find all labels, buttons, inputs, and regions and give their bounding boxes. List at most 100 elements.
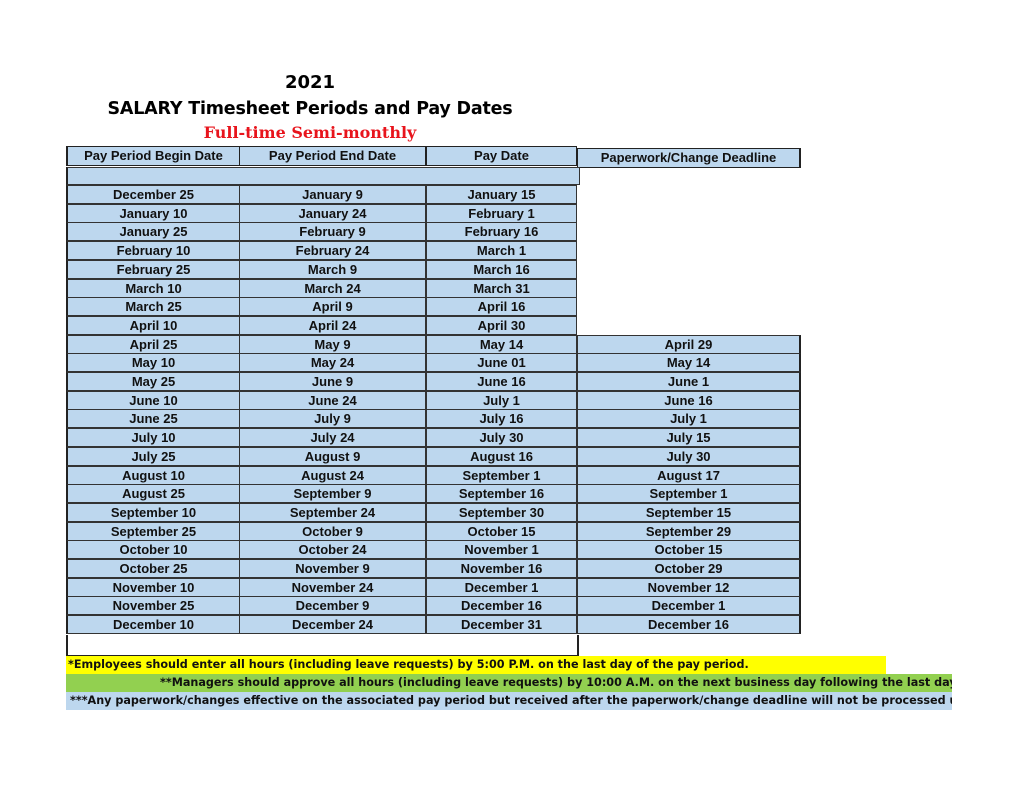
pay-date-cell: September 30 [426,502,577,522]
pay-date-cell: March 31 [426,278,577,298]
begin-date-cell: January 25 [66,222,240,242]
begin-date-cell: February 25 [66,259,240,279]
begin-date-cell: December 25 [66,185,240,204]
deadline-cell: July 1 [577,409,801,429]
note-employees: *Employees should enter all hours (inclu… [66,656,886,674]
begin-date-cell: November 25 [66,596,240,616]
deadline-cell: October 29 [577,559,801,578]
begin-date-cell: October 10 [66,540,240,560]
end-date-cell: December 24 [239,615,426,635]
end-date-cell: March 24 [239,278,426,298]
pay-date-cell: May 14 [426,334,577,354]
pay-date-cell: September 16 [426,484,577,504]
pay-date-cell: July 30 [426,428,577,448]
begin-date-cell: May 25 [66,372,240,391]
end-date-cell: January 9 [239,185,426,204]
pay-date-cell: January 15 [426,185,577,204]
pay-date-cell: July 1 [426,390,577,410]
end-date-cell: June 24 [239,390,426,410]
pay-date-cell: August 16 [426,446,577,466]
deadline-cell: August 17 [577,465,801,485]
end-date-cell: September 9 [239,484,426,504]
deadline-cell: October 15 [577,540,801,560]
note-paperwork: ***Any paperwork/changes effective on th… [66,692,952,710]
end-date-cell: November 9 [239,559,426,578]
begin-date-cell: May 10 [66,353,240,373]
end-date-cell: February 9 [239,222,426,242]
header-end-date: Pay Period End Date [239,146,426,166]
end-date-cell: June 9 [239,372,426,391]
begin-date-cell: April 25 [66,334,240,354]
page-title: SALARY Timesheet Periods and Pay Dates [107,99,513,119]
end-date-cell: January 24 [239,203,426,223]
deadline-cell: September 15 [577,502,801,522]
header-begin-date: Pay Period Begin Date [66,146,240,166]
pay-date-cell: February 16 [426,222,577,242]
pay-date-cell: September 1 [426,465,577,485]
note-managers: **Managers should approve all hours (inc… [66,674,952,692]
deadline-cell: December 1 [577,596,801,616]
pay-date-cell: December 1 [426,577,577,597]
end-date-cell: September 24 [239,502,426,522]
deadline-cell: September 29 [577,521,801,541]
blank-row [66,167,580,185]
pay-date-cell: March 1 [426,241,577,261]
deadline-cell: April 29 [577,334,801,354]
begin-date-cell: February 10 [66,241,240,261]
pay-date-cell: November 1 [426,540,577,560]
pay-date-cell: November 16 [426,559,577,578]
begin-date-cell: August 25 [66,484,240,504]
pay-date-cell: December 16 [426,596,577,616]
pay-date-cell: April 16 [426,297,577,317]
end-date-cell: July 24 [239,428,426,448]
begin-date-cell: July 10 [66,428,240,448]
begin-date-cell: March 10 [66,278,240,298]
pay-date-cell: April 30 [426,315,577,335]
begin-date-cell: November 10 [66,577,240,597]
end-date-cell: August 24 [239,465,426,485]
header-pay-date: Pay Date [426,146,577,166]
pay-date-cell: October 15 [426,521,577,541]
begin-date-cell: January 10 [66,203,240,223]
deadline-cell: July 30 [577,446,801,466]
begin-date-cell: September 10 [66,502,240,522]
begin-date-cell: June 10 [66,390,240,410]
end-date-cell: February 24 [239,241,426,261]
pay-date-cell: March 16 [426,259,577,279]
end-date-cell: July 9 [239,409,426,429]
deadline-cell: September 1 [577,484,801,504]
begin-date-cell: September 25 [66,521,240,541]
begin-date-cell: July 25 [66,446,240,466]
blank-footer-row [66,635,579,657]
end-date-cell: May 24 [239,353,426,373]
end-date-cell: November 24 [239,577,426,597]
begin-date-cell: August 10 [66,465,240,485]
begin-date-cell: March 25 [66,297,240,317]
page-subtitle: Full-time Semi-monthly [203,123,417,142]
year-heading: 2021 [284,72,336,93]
pay-date-cell: June 16 [426,372,577,391]
pay-date-cell: December 31 [426,615,577,635]
pay-date-cell: June 01 [426,353,577,373]
end-date-cell: October 24 [239,540,426,560]
deadline-cell: November 12 [577,577,801,597]
deadline-cell: June 16 [577,390,801,410]
pay-date-cell: July 16 [426,409,577,429]
end-date-cell: October 9 [239,521,426,541]
end-date-cell: April 9 [239,297,426,317]
deadline-cell: June 1 [577,372,801,391]
end-date-cell: December 9 [239,596,426,616]
header-deadline: Paperwork/Change Deadline [577,148,801,168]
deadline-cell: December 16 [577,615,801,635]
begin-date-cell: December 10 [66,615,240,635]
end-date-cell: August 9 [239,446,426,466]
end-date-cell: May 9 [239,334,426,354]
end-date-cell: March 9 [239,259,426,279]
pay-date-cell: February 1 [426,203,577,223]
begin-date-cell: June 25 [66,409,240,429]
deadline-cell: May 14 [577,353,801,373]
deadline-cell: July 15 [577,428,801,448]
end-date-cell: April 24 [239,315,426,335]
begin-date-cell: October 25 [66,559,240,578]
begin-date-cell: April 10 [66,315,240,335]
